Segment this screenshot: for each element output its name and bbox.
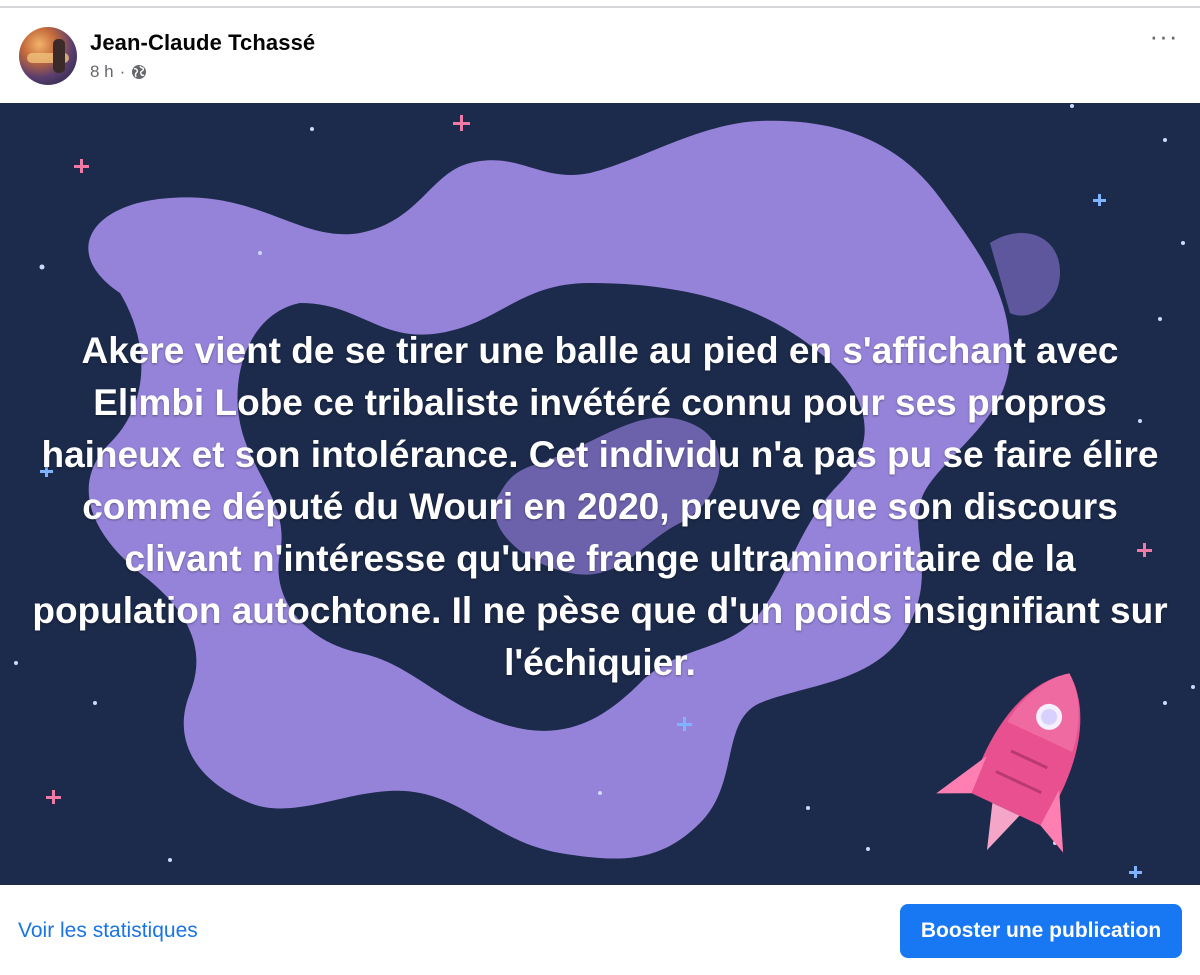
view-statistics-link[interactable]: Voir les statistiques [18,919,198,943]
top-divider [0,0,1200,8]
post-text: Akere vient de se tirer une balle au pie… [32,330,1168,683]
author-name[interactable]: Jean-Claude Tchassé [90,30,315,56]
more-options-button[interactable]: ··· [1144,23,1184,56]
post-timestamp[interactable]: 8 h [90,62,114,82]
author-avatar[interactable] [19,27,77,85]
boost-post-button[interactable]: Booster une publication [900,904,1182,958]
post-background-card: Akere vient de se tirer une balle au pie… [0,103,1200,885]
post-footer: Voir les statistiques Booster une public… [0,885,1200,975]
meta-separator: · [119,62,126,81]
globe-icon[interactable] [131,64,147,80]
more-icon: ··· [1149,21,1179,51]
post-header: Jean-Claude Tchassé 8 h · ··· [0,8,1200,103]
post-meta: 8 h · [90,62,147,82]
